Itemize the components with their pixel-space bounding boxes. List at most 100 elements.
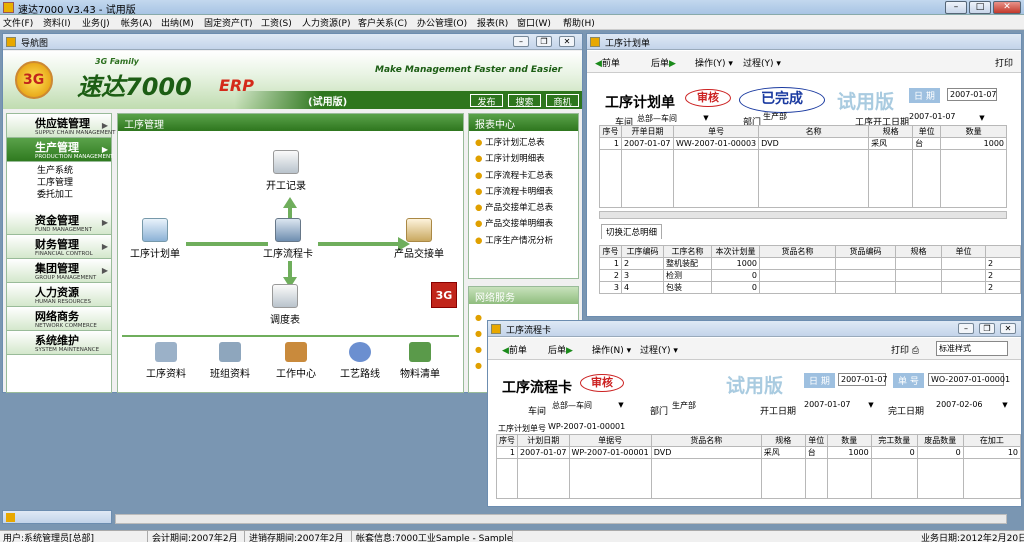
dispatch-node[interactable]: 调度表 [270, 284, 300, 326]
column-header[interactable]: 序号 [599, 245, 622, 258]
report-link[interactable]: ● 工序计划汇总表 [475, 135, 578, 151]
table-row[interactable]: 1 2 整机装配 1000 2 [599, 257, 1021, 270]
report-link[interactable]: ● 工序生产情况分析 [475, 233, 578, 249]
column-header[interactable]: 废品数量 [916, 434, 964, 447]
chevron-down-icon[interactable]: ▼ [701, 114, 711, 123]
print-button[interactable]: 打印 ⎙ [891, 343, 919, 356]
column-header[interactable]: 计划日期 [517, 434, 570, 447]
operation-menu[interactable]: 操作(N) ▾ [592, 343, 631, 356]
process-plan-node[interactable]: 工序计划单 [130, 218, 180, 260]
start-record-node[interactable]: 开工记录 [266, 150, 306, 192]
plan-no-field[interactable]: WP-2007-01-00001 [548, 422, 625, 431]
column-header[interactable]: 货品名称 [759, 245, 836, 258]
tab-toggle-summary[interactable]: 切换汇总明细 [601, 224, 663, 239]
menu-data[interactable]: 资料(I) [43, 16, 71, 29]
team-data-button[interactable]: 班组资料 [210, 342, 250, 380]
nav-section-hr[interactable]: 人力资源 HUMAN RESOURCES [7, 283, 111, 307]
minimize-button[interactable]: – [945, 1, 967, 14]
menu-cashier[interactable]: 出纳(M) [161, 16, 194, 29]
work-center-button[interactable]: 工作中心 [276, 342, 316, 380]
table-row[interactable]: 2 3 检测 0 2 [599, 269, 1021, 282]
column-header[interactable]: 序号 [496, 434, 518, 447]
column-header[interactable]: 单位 [912, 125, 942, 138]
close-button[interactable]: ✕ [559, 36, 575, 47]
chevron-down-icon[interactable]: ▼ [616, 401, 626, 410]
minimize-button[interactable]: – [958, 323, 974, 334]
column-header[interactable]: 规格 [760, 434, 806, 447]
process-card-node[interactable]: 工序流程卡 [263, 218, 313, 260]
maximize-button[interactable]: □ [969, 1, 991, 14]
column-header[interactable]: 单位 [941, 245, 986, 258]
prev-button[interactable]: ◀前单 [595, 56, 620, 69]
column-header[interactable]: 工序编码 [621, 245, 664, 258]
restore-button[interactable]: ❐ [536, 36, 552, 47]
column-header[interactable]: 数量 [826, 434, 872, 447]
column-header[interactable]: 序号 [599, 125, 622, 138]
chevron-down-icon[interactable]: ▼ [977, 114, 987, 123]
menu-help[interactable]: 帮助(H) [563, 16, 595, 29]
process-data-button[interactable]: 工序资料 [146, 342, 186, 380]
workshop-select[interactable]: 总部—车间 [637, 113, 677, 124]
table-row[interactable]: 3 4 包装 0 2 [599, 281, 1021, 294]
start-date-field[interactable]: 2007-01-07 [804, 400, 851, 409]
column-header[interactable]: 单号 [672, 125, 760, 138]
operation-menu[interactable]: 操作(Y) ▾ [695, 56, 733, 69]
column-header[interactable]: 名称 [758, 125, 870, 138]
nav-section-supply-chain[interactable]: 供应链管理 SUPPLY CHAIN MANAGEMENT ▶ [7, 114, 116, 138]
start-date-field[interactable]: 2007-01-07 [909, 112, 956, 121]
menu-office[interactable]: 办公管理(O) [417, 16, 467, 29]
horizontal-scrollbar[interactable] [599, 211, 1007, 219]
menu-crm[interactable]: 客户关系(C) [358, 16, 407, 29]
report-link[interactable]: ● 产品交接单汇总表 [475, 200, 578, 216]
routing-button[interactable]: 工艺路线 [340, 342, 380, 380]
next-button[interactable]: 后单▶ [651, 56, 676, 69]
menu-hr[interactable]: 人力资源(P) [302, 16, 350, 29]
restore-button[interactable]: ❐ [979, 323, 995, 334]
end-date-field[interactable]: 2007-02-06 [936, 400, 983, 409]
print-button[interactable]: 打印 [995, 56, 1013, 69]
column-header[interactable]: 完工数量 [870, 434, 918, 447]
column-header[interactable]: 货品名称 [650, 434, 762, 447]
nav-section-group[interactable]: 集团管理 GROUP MANAGEMENT ▶ [7, 259, 111, 283]
dept-field[interactable]: 生产部 [672, 400, 696, 411]
column-header[interactable]: 规格 [895, 245, 942, 258]
report-link[interactable]: ● 工序流程卡明细表 [475, 184, 578, 200]
workspace-scrollbar[interactable] [115, 514, 1007, 524]
column-header[interactable]: 工序名称 [663, 245, 712, 258]
nav-section-system[interactable]: 系统维护 SYSTEM MAINTENANCE [7, 331, 111, 355]
date-field[interactable]: 2007-01-07 [947, 88, 997, 101]
date-field[interactable]: 2007-01-07 [838, 373, 888, 386]
minimize-button[interactable]: – [513, 36, 529, 47]
prev-button[interactable]: ◀前单 [502, 343, 527, 356]
nav-sub-item-production-system[interactable]: 生产系统 [37, 165, 111, 177]
process-menu[interactable]: 过程(Y) ▾ [640, 343, 678, 356]
column-header[interactable]: 数量 [940, 125, 1007, 138]
close-button[interactable]: ✕ [1000, 323, 1016, 334]
table-row[interactable]: 1 2007-01-07 WW-2007-01-00003 DVD 采风 台 1… [599, 137, 1007, 150]
close-button[interactable]: ✕ [993, 1, 1021, 14]
column-header[interactable]: 单位 [804, 434, 828, 447]
report-link[interactable]: ● 工序计划明细表 [475, 151, 578, 167]
product-handover-node[interactable]: 产品交接单 [394, 218, 444, 260]
nav-section-network[interactable]: 网络商务 NETWORK COMMERCE [7, 307, 111, 331]
menu-assets[interactable]: 固定资产(T) [204, 16, 253, 29]
nav-sub-item-process-management[interactable]: 工序管理 [37, 177, 111, 189]
menu-salary[interactable]: 工资(S) [261, 16, 292, 29]
column-header[interactable]: 规格 [868, 125, 914, 138]
column-header[interactable]: 单据号 [568, 434, 652, 447]
menu-account[interactable]: 帐务(A) [121, 16, 152, 29]
column-header[interactable]: 本次计划量 [711, 245, 760, 258]
search-button[interactable]: 搜索 [508, 94, 541, 108]
menu-window[interactable]: 窗口(W) [517, 16, 551, 29]
chevron-down-icon[interactable]: ▼ [866, 401, 876, 410]
nav-section-finance[interactable]: 财务管理 FINANCIAL CONTROL ▶ [7, 235, 111, 259]
menu-business[interactable]: 业务(J) [82, 16, 110, 29]
process-menu[interactable]: 过程(Y) ▾ [743, 56, 781, 69]
chevron-down-icon[interactable]: ▼ [1000, 401, 1010, 410]
workshop-select[interactable]: 总部—车间 [552, 400, 592, 411]
report-link[interactable]: ● 工序流程卡汇总表 [475, 168, 578, 184]
nav-section-production[interactable]: 生产管理 PRODUCTION MANAGEMENT ▶ [7, 138, 113, 162]
next-button[interactable]: 后单▶ [548, 343, 573, 356]
opportunity-button[interactable]: 商机 [546, 94, 579, 108]
table-row[interactable]: 1 2007-01-07 WP-2007-01-00001 DVD 采风 台 1… [496, 446, 1022, 459]
